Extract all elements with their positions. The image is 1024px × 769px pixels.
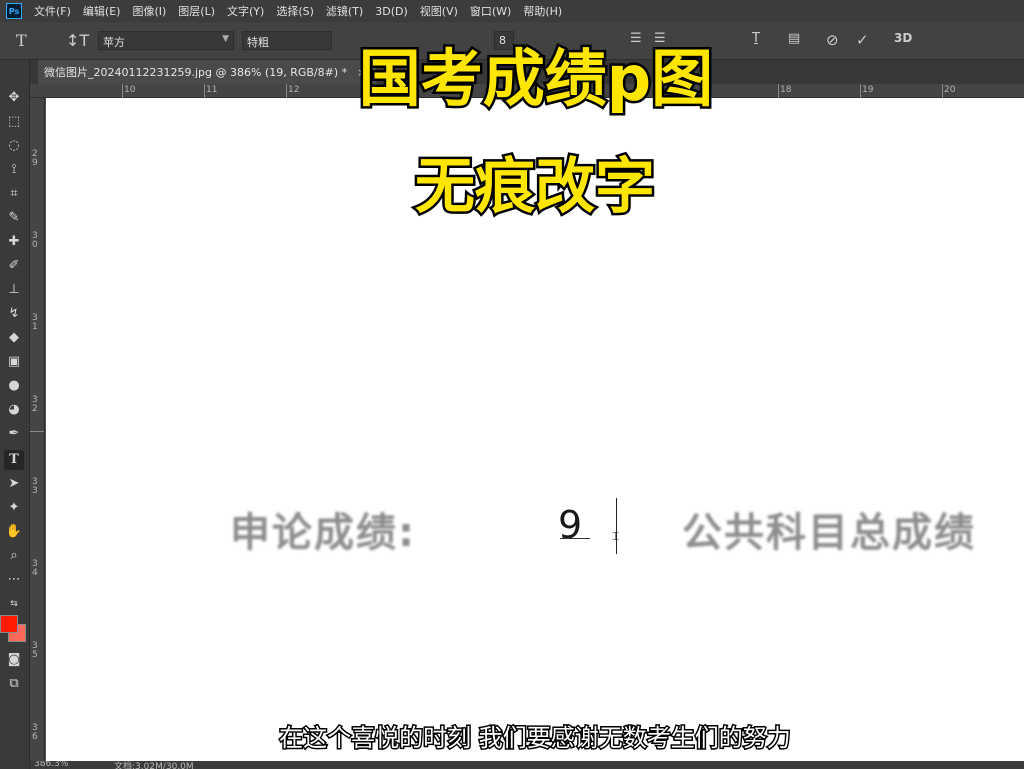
brush-tool-icon[interactable]: ✐ — [4, 256, 24, 276]
menu-file[interactable]: 文件(F) — [34, 3, 71, 19]
vertical-ruler: 2 9 3 0 3 1 3 2 3 3 3 4 3 5 3 6 — [30, 98, 45, 769]
3d-button[interactable]: 3D — [894, 31, 912, 45]
swap-colors-icon[interactable]: ⇆ — [4, 594, 24, 614]
screen-mode-icon[interactable]: ⧉ — [4, 674, 24, 694]
crop-tool-icon[interactable]: ⌗ — [4, 184, 24, 204]
move-tool-icon[interactable]: ✥ — [4, 88, 24, 108]
text-cursor — [616, 498, 617, 554]
video-caption: 在这个喜悦的时刻 我们要感谢无数考生们的努力 — [278, 723, 793, 754]
zoom-level[interactable]: 386.3% — [34, 761, 68, 769]
ruler-label: 10 — [124, 85, 136, 95]
font-family-value: 苹方 — [103, 36, 125, 49]
zoom-tool-icon[interactable]: ⌕ — [4, 546, 24, 566]
text-orientation-icon[interactable]: ↕T — [66, 31, 89, 50]
total-score-label: 公共科目总成绩 — [682, 510, 976, 556]
ruler-label: 3 5 — [32, 641, 38, 660]
menu-filter[interactable]: 滤镜(T) — [326, 3, 363, 19]
character-panel-icon[interactable]: ▤ — [788, 31, 800, 46]
eyedropper-icon[interactable]: ✎ — [4, 208, 24, 228]
ruler-label: 2 9 — [32, 149, 38, 168]
marquee-tool-icon[interactable]: ⬚ — [4, 112, 24, 132]
document-size: 文档:3.02M/30.0M — [114, 762, 194, 769]
ruler-tick — [286, 84, 287, 98]
document-tab[interactable]: 微信图片_20240112231259.jpg @ 386% (19, RGB/… — [38, 60, 377, 84]
overlay-title: 国考成绩p图 — [356, 40, 715, 118]
type-tool-preset-icon[interactable]: T — [16, 31, 27, 50]
ruler-label: 20 — [944, 85, 956, 95]
status-bar: 386.3% 文档:3.02M/30.0M — [30, 761, 1024, 769]
ibeam-cursor-icon: ⌶ — [612, 529, 620, 543]
ruler-tick — [204, 84, 205, 98]
edited-score-text[interactable]: 9 — [558, 503, 582, 547]
eraser-tool-icon[interactable]: ◆ — [4, 328, 24, 348]
custom-shape-icon[interactable]: ✦ — [4, 498, 24, 518]
ruler-label: 19 — [862, 85, 874, 95]
pen-tool-icon[interactable]: ✒ — [4, 424, 24, 444]
dodge-tool-icon[interactable]: ◕ — [4, 400, 24, 420]
menu-edit[interactable]: 编辑(E) — [83, 3, 121, 19]
healing-brush-icon[interactable]: ✚ — [4, 232, 24, 252]
menu-3d[interactable]: 3D(D) — [375, 5, 408, 18]
blur-tool-icon[interactable]: ● — [4, 376, 24, 396]
ruler-label: 3 3 — [32, 477, 38, 496]
commit-check-icon[interactable]: ✓ — [856, 31, 869, 49]
path-select-icon[interactable]: ➤ — [4, 474, 24, 494]
type-tool-icon[interactable]: T — [4, 450, 24, 470]
ruler-label: 12 — [288, 85, 300, 95]
ruler-label: 3 1 — [32, 313, 38, 332]
tools-panel: ✥ ⬚ ◌ ⟟ ⌗ ✎ ✚ ✐ ⊥ ↯ ◆ ▣ ● ◕ ✒ T ➤ ✦ ✋ ⌕ … — [0, 60, 30, 769]
ruler-label: 11 — [206, 85, 218, 95]
warp-text-icon[interactable]: Ṯ — [752, 31, 760, 46]
hand-tool-icon[interactable]: ✋ — [4, 522, 24, 542]
menu-bar: Ps 文件(F) 编辑(E) 图像(I) 图层(L) 文字(Y) 选择(S) 滤… — [0, 0, 1024, 22]
menu-view[interactable]: 视图(V) — [420, 3, 458, 19]
ruler-tick — [122, 84, 123, 98]
ruler-tick — [778, 84, 779, 98]
ruler-tick — [860, 84, 861, 98]
font-style-select[interactable]: 特粗 — [242, 31, 332, 50]
gradient-tool-icon[interactable]: ▣ — [4, 352, 24, 372]
ruler-cursor-marker — [30, 431, 44, 432]
photoshop-logo[interactable]: Ps — [6, 3, 22, 19]
cancel-icon[interactable]: ⊘ — [826, 31, 839, 49]
font-style-value: 特粗 — [247, 36, 269, 49]
menu-select[interactable]: 选择(S) — [276, 3, 314, 19]
ruler-label: 18 — [780, 85, 792, 95]
more-tools-icon[interactable]: ⋯ — [4, 570, 24, 590]
ruler-label: 3 4 — [32, 559, 38, 578]
text-baseline — [560, 538, 590, 539]
ruler-tick — [942, 84, 943, 98]
lasso-tool-icon[interactable]: ◌ — [4, 136, 24, 156]
menu-window[interactable]: 窗口(W) — [470, 3, 511, 19]
ruler-label: 3 0 — [32, 231, 38, 250]
quick-select-icon[interactable]: ⟟ — [4, 160, 24, 180]
overlay-subtitle: 无痕改字 — [413, 150, 658, 225]
menu-image[interactable]: 图像(I) — [132, 3, 166, 19]
menu-type[interactable]: 文字(Y) — [227, 3, 264, 19]
menu-help[interactable]: 帮助(H) — [523, 3, 562, 19]
menu-layer[interactable]: 图层(L) — [178, 3, 215, 19]
ruler-label: 3 2 — [32, 395, 38, 414]
clone-stamp-icon[interactable]: ⊥ — [4, 280, 24, 300]
font-family-select[interactable]: 苹方 ▼ — [98, 31, 234, 50]
essay-score-label: 申论成绩: — [230, 510, 416, 556]
quick-mask-icon[interactable]: ◙ — [4, 650, 24, 670]
history-brush-icon[interactable]: ↯ — [4, 304, 24, 324]
foreground-color-swatch[interactable] — [0, 615, 18, 633]
document-tab-title: 微信图片_20240112231259.jpg @ 386% (19, RGB/… — [44, 66, 348, 79]
chevron-down-icon: ▼ — [222, 34, 229, 44]
